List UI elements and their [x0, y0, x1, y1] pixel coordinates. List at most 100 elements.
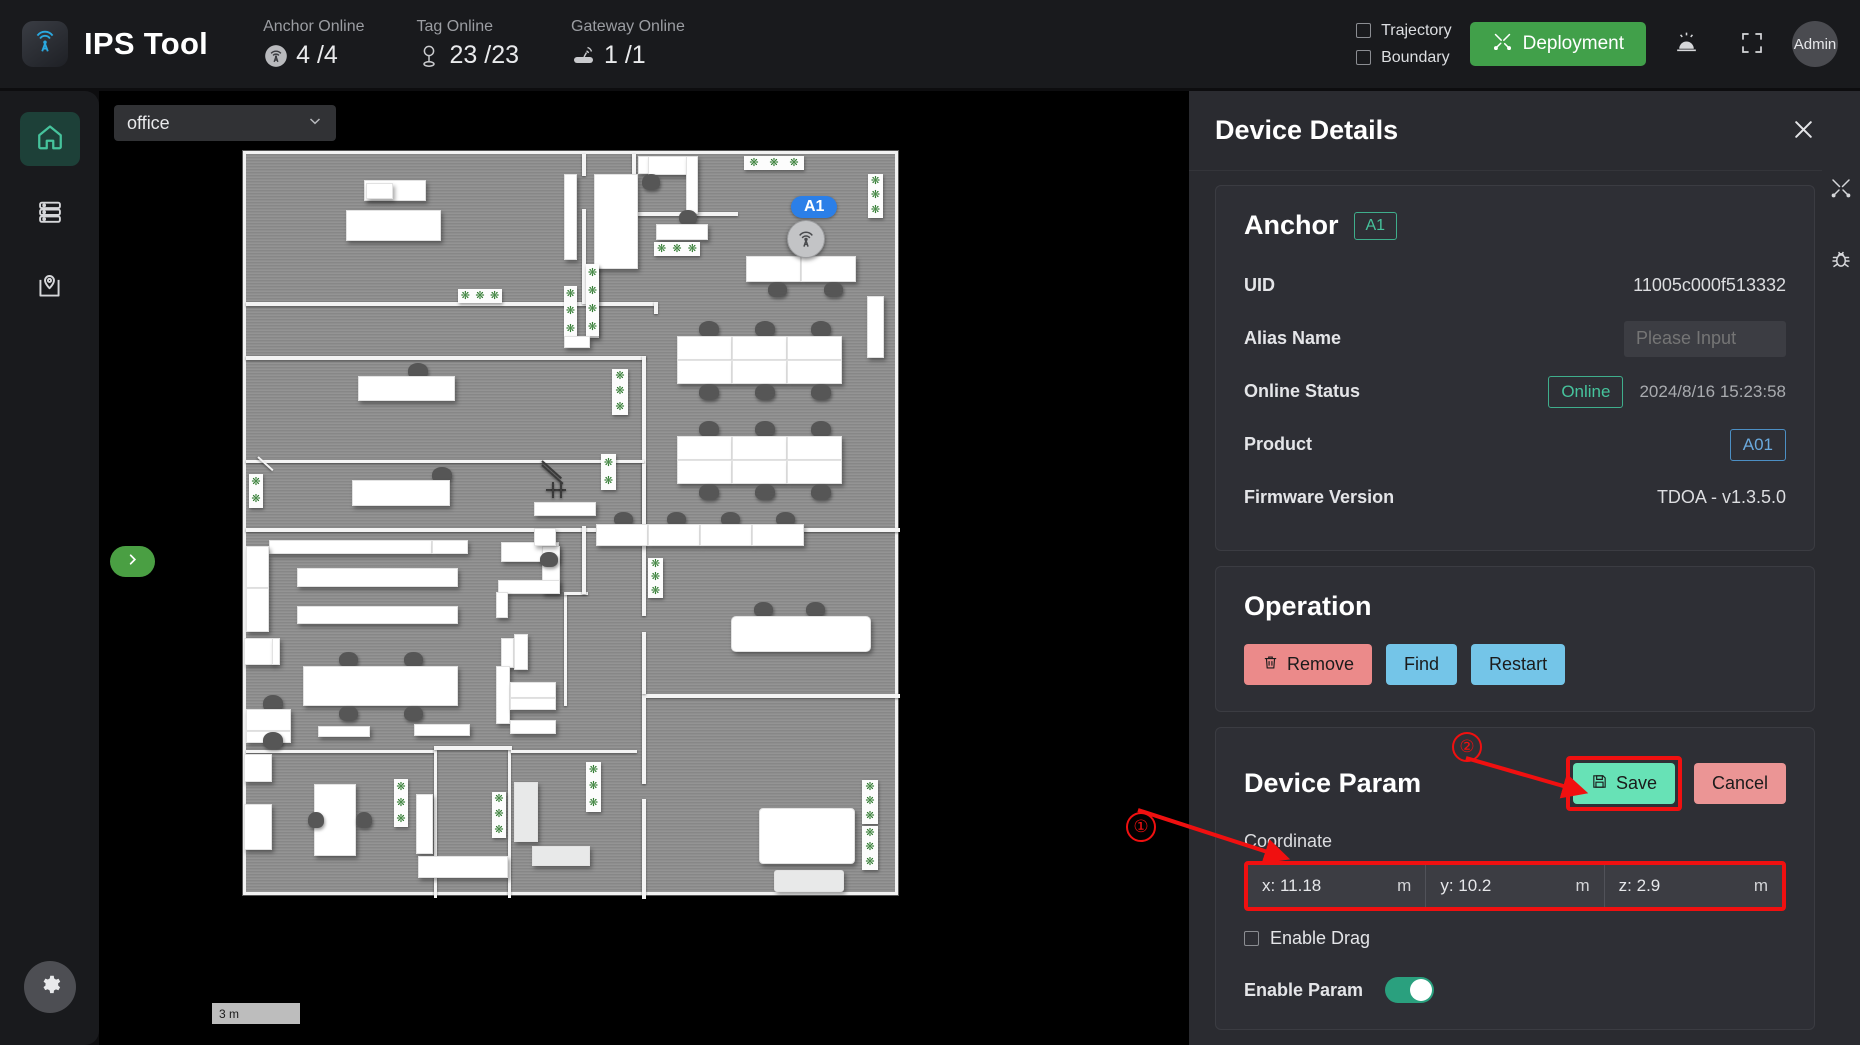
fullscreen-icon — [1739, 30, 1765, 59]
coord-unit-x: m — [1397, 876, 1412, 895]
coordinate-input-group[interactable]: x: 11.18 m y: 10.2 m z: 2.9 m — [1248, 865, 1782, 907]
enable-param-toggle[interactable] — [1385, 977, 1435, 1003]
annotation-number-1: ① — [1126, 812, 1156, 842]
status-badge: Online — [1548, 375, 1624, 408]
annotation-number-2: ② — [1452, 732, 1482, 762]
coord-axis-z: z: — [1618, 876, 1632, 895]
home-icon — [35, 122, 65, 157]
sidebar-item-devices[interactable] — [20, 187, 80, 241]
coord-value-x: 11.18 — [1279, 876, 1322, 895]
restart-label: Restart — [1489, 654, 1548, 674]
anchor-marker-label[interactable]: A1 — [791, 196, 838, 218]
save-button-highlight: Save — [1565, 756, 1682, 811]
checkbox-box[interactable] — [1356, 23, 1372, 38]
checkbox-label: Boundary — [1381, 48, 1450, 66]
save-icon — [1591, 773, 1608, 795]
remove-button[interactable]: Remove — [1244, 644, 1373, 685]
brand-title: IPS Tool — [84, 26, 209, 61]
stat-tag-online: Tag Online 23 /23 — [417, 18, 520, 70]
fullscreen-button[interactable] — [1726, 18, 1778, 70]
coord-unit-z: m — [1753, 876, 1768, 895]
device-info-card: Anchor A1 UID 11005c000f513332 Alias Nam… — [1215, 185, 1815, 551]
remove-label: Remove — [1287, 654, 1355, 674]
floor-select[interactable]: office — [114, 105, 336, 141]
device-type-title: Anchor — [1244, 210, 1339, 240]
floor-plan[interactable]: ❋ ❋ ❋ ❋ ❋ ❋ ❋ ❋ ❋ ❋ ❋ ❋ ❋ ❋ ❋ ❋ ❋ ❋ ❋ ❋ … — [243, 151, 900, 899]
checkbox-trajectory[interactable]: Trajectory — [1356, 22, 1452, 40]
panel-header: Device Details — [1189, 91, 1860, 171]
product-badge: A01 — [1729, 428, 1786, 461]
enable-param-label: Enable Param — [1244, 979, 1364, 1000]
checkbox-box[interactable] — [1244, 931, 1259, 946]
device-param-card: Device Param Save Cancel Coordinate x: 1… — [1215, 727, 1815, 1030]
tag-pin-icon — [417, 43, 443, 69]
cancel-label: Cancel — [1711, 773, 1768, 793]
stat-label: Gateway Online — [571, 18, 685, 35]
coord-unit-y: m — [1575, 876, 1590, 895]
sidebar-item-home[interactable] — [19, 112, 80, 166]
anchor-signal-icon[interactable] — [787, 220, 825, 258]
alarm-icon — [1673, 29, 1700, 59]
sidebar-item-map[interactable] — [20, 262, 80, 316]
server-icon — [36, 198, 64, 231]
field-label: Firmware Version — [1244, 487, 1395, 507]
app-logo — [22, 21, 68, 67]
deployment-label: Deployment — [1522, 33, 1624, 54]
map-area[interactable]: office ❋ ❋ ❋ ❋ ❋ ❋ ❋ ❋ ❋ ❋ ❋ ❋ ❋ ❋ ❋ ❋ ❋… — [99, 91, 1189, 1045]
field-label: UID — [1244, 275, 1275, 295]
coordinate-x-input[interactable]: x: 11.18 m — [1248, 865, 1427, 907]
stat-label: Anchor Online — [263, 18, 365, 35]
coord-value-z: 2.9 — [1636, 876, 1661, 895]
deployment-button[interactable]: Deployment — [1469, 22, 1646, 66]
close-icon — [1791, 120, 1816, 145]
field-label: Product — [1244, 434, 1313, 454]
bug-icon[interactable] — [1829, 247, 1853, 276]
field-firmware-version: Firmware Version TDOA - v1.3.5.0 — [1244, 471, 1786, 524]
app-header: IPS Tool Anchor Online 4 /4 Tag Online 2… — [0, 0, 1860, 88]
coordinate-y-input[interactable]: y: 10.2 m — [1426, 865, 1605, 907]
cancel-button[interactable]: Cancel — [1693, 763, 1786, 804]
map-scale-label: 3 m — [219, 1006, 240, 1021]
enable-drag-label: Enable Drag — [1270, 928, 1371, 948]
app-root: IPS Tool Anchor Online 4 /4 Tag Online 2… — [0, 0, 1860, 1045]
checkbox-label: Trajectory — [1381, 21, 1452, 39]
operation-card: Operation Remove Find Restart — [1215, 566, 1815, 712]
coord-axis-y: y: — [1440, 876, 1454, 895]
close-panel-button[interactable] — [1785, 111, 1822, 151]
status-timestamp: 2024/8/16 15:23:58 — [1639, 381, 1786, 401]
trash-icon — [1262, 654, 1279, 676]
page-title: Device Details — [1215, 115, 1399, 145]
field-alias-name: Alias Name — [1244, 312, 1786, 365]
anchor-icon — [263, 43, 289, 69]
map-expand-button[interactable] — [110, 546, 155, 577]
avatar[interactable]: Admin — [1792, 21, 1838, 67]
device-details-panel: Device Details Anchor A1 UID 11005c000f5… — [1189, 91, 1860, 1045]
find-label: Find — [1404, 654, 1440, 674]
stat-label: Tag Online — [416, 18, 494, 35]
checkbox-boundary[interactable]: Boundary — [1356, 49, 1452, 67]
tools-icon[interactable] — [1829, 176, 1853, 205]
header-right-controls: Trajectory Boundary Deployment Admin — [1356, 0, 1860, 88]
stat-value: 1 /1 — [604, 41, 646, 69]
coord-value-y: 10.2 — [1458, 876, 1492, 895]
coord-axis-x: x: — [1262, 876, 1276, 895]
coordinate-label: Coordinate — [1244, 831, 1333, 851]
field-label: Alias Name — [1244, 328, 1342, 348]
checkbox-enable-drag[interactable]: Enable Drag — [1244, 928, 1786, 949]
header-checkbox-group: Trajectory Boundary — [1356, 22, 1452, 67]
chevron-down-icon — [307, 113, 323, 134]
coordinate-z-input[interactable]: z: 2.9 m — [1605, 865, 1782, 907]
alias-name-input[interactable] — [1624, 320, 1786, 357]
stat-value: 4 /4 — [296, 41, 338, 69]
alarm-button[interactable] — [1660, 18, 1712, 70]
coordinate-input-group-highlight: x: 11.18 m y: 10.2 m z: 2.9 m — [1244, 861, 1786, 911]
device-param-title: Device Param — [1244, 768, 1422, 798]
operation-title: Operation — [1244, 591, 1372, 621]
restart-button[interactable]: Restart — [1471, 644, 1566, 685]
stat-gateway-online: Gateway Online 1 /1 — [571, 18, 685, 70]
checkbox-box[interactable] — [1356, 50, 1372, 65]
save-button[interactable]: Save — [1572, 763, 1675, 804]
find-button[interactable]: Find — [1386, 644, 1458, 685]
settings-button[interactable] — [23, 961, 76, 1013]
field-online-status: Online Status Online 2024/8/16 15:23:58 — [1244, 365, 1786, 418]
